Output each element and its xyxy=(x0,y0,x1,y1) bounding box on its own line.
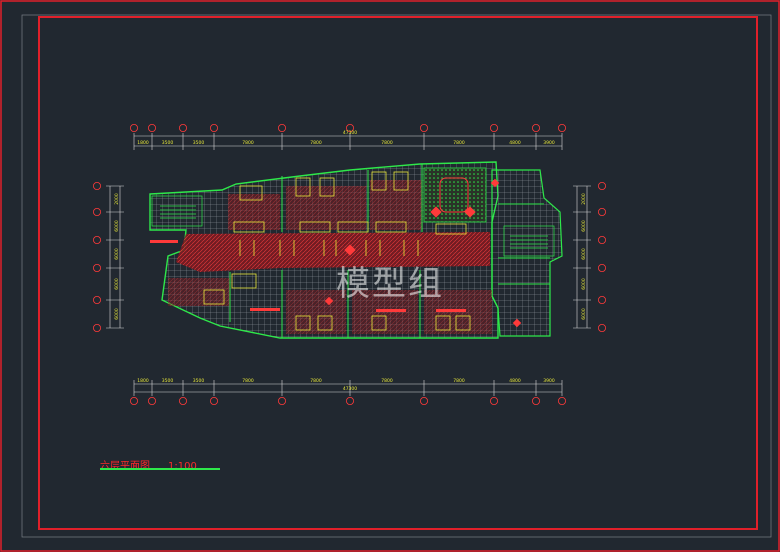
segment-dimension-left: 2000 xyxy=(114,193,120,205)
room-hatch-1 xyxy=(228,194,280,230)
overall-dimension-top: 47300 xyxy=(343,130,357,136)
segment-dimension-right: 6000 xyxy=(581,220,587,232)
axis-bubble xyxy=(419,396,428,405)
watermark: 模型组 xyxy=(336,264,444,304)
segment-dimension-bottom: 3900 xyxy=(543,378,555,384)
segment-dimension-top: 3900 xyxy=(543,140,555,146)
room-hatch-7 xyxy=(168,278,230,306)
segment-dimension-top: 1800 xyxy=(137,140,149,146)
segment-dimension-top: 7800 xyxy=(453,140,465,146)
segment-dimension-top: 7800 xyxy=(381,140,393,146)
segment-dimension-right: 2000 xyxy=(581,193,587,205)
axis-bubble xyxy=(178,396,187,405)
axis-bubble xyxy=(209,396,218,405)
segment-dimension-top: 3500 xyxy=(193,140,205,146)
axis-bubble xyxy=(558,124,567,133)
axis-bubble xyxy=(277,396,286,405)
axis-bubble xyxy=(209,124,218,133)
segment-dimension-bottom: 7800 xyxy=(381,378,393,384)
segment-dimension-top: 3500 xyxy=(162,140,174,146)
segment-dimension-bottom: 3500 xyxy=(162,378,174,384)
drawing-title: 六层平面图 xyxy=(100,461,150,472)
floor-plan xyxy=(149,161,563,339)
segment-dimension-left: 6000 xyxy=(114,278,120,290)
axis-bubble xyxy=(93,235,102,244)
segment-dimension-left: 6000 xyxy=(114,308,120,320)
axis-bubble xyxy=(598,323,607,332)
segment-dimension-bottom: 7800 xyxy=(310,378,322,384)
segment-dimension-bottom: 4800 xyxy=(509,378,521,384)
axis-bubble xyxy=(419,124,428,133)
segment-dimension-right: 6000 xyxy=(581,308,587,320)
segment-dimension-top: 7800 xyxy=(242,140,254,146)
room-hatch-2 xyxy=(286,186,366,230)
axis-bubble xyxy=(93,295,102,304)
segment-dimension-bottom: 7800 xyxy=(453,378,465,384)
axis-bubble xyxy=(178,124,187,133)
axis-bubble xyxy=(129,396,138,405)
axis-bubble xyxy=(598,263,607,272)
axis-bubble xyxy=(489,396,498,405)
segment-dimension-right: 6000 xyxy=(581,278,587,290)
overall-dimension-bottom: 47300 xyxy=(343,386,357,392)
segment-dimension-top: 7800 xyxy=(310,140,322,146)
segment-dimension-bottom: 3500 xyxy=(193,378,205,384)
axis-bubble xyxy=(558,396,567,405)
axis-bubble xyxy=(93,207,102,216)
axis-bubble xyxy=(345,396,354,405)
drawing-scale: 1:100 xyxy=(168,461,197,472)
segment-dimension-bottom: 1800 xyxy=(137,378,149,384)
axis-bubble xyxy=(147,124,156,133)
title-underline xyxy=(100,468,220,470)
segment-dimension-bottom: 7800 xyxy=(242,378,254,384)
segment-dimension-left: 6000 xyxy=(114,248,120,260)
segment-dimension-right: 6000 xyxy=(581,248,587,260)
axis-bubble xyxy=(598,181,607,190)
room-hatch-3 xyxy=(370,180,422,230)
segment-dimension-left: 6000 xyxy=(114,220,120,232)
axis-bubble xyxy=(93,181,102,190)
east-wing-outline xyxy=(491,169,563,337)
drawing-title-block: 六层平面图 1:100 xyxy=(100,454,220,473)
axis-bubble xyxy=(598,235,607,244)
axis-bubble xyxy=(93,263,102,272)
axis-bubble xyxy=(129,124,138,133)
segment-dimension-top: 4800 xyxy=(509,140,521,146)
axis-bubble xyxy=(598,295,607,304)
axis-bubble xyxy=(532,396,541,405)
axis-bubble xyxy=(489,124,498,133)
axis-bubble xyxy=(147,396,156,405)
axis-bubble xyxy=(277,124,286,133)
axis-bubble xyxy=(93,323,102,332)
axis-bubble xyxy=(598,207,607,216)
axis-bubble xyxy=(532,124,541,133)
